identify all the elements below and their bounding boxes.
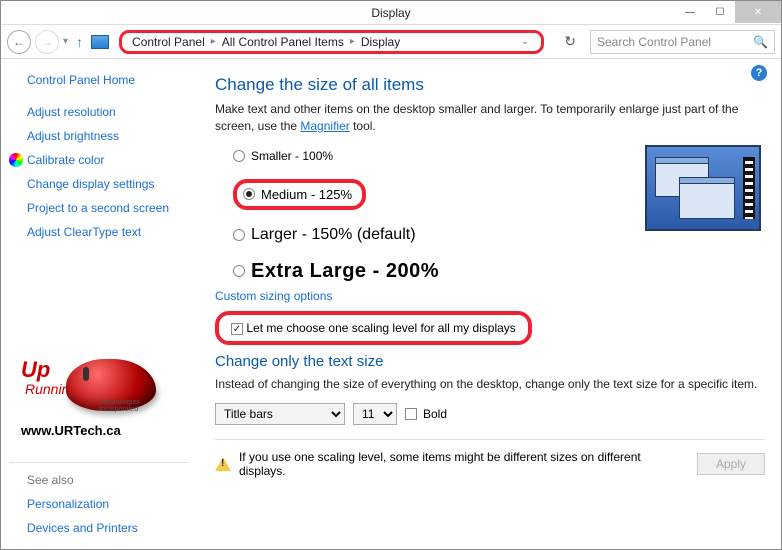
breadcrumb[interactable]: Control Panel ▸ All Control Panel Items …	[119, 30, 544, 54]
custom-sizing-link[interactable]: Custom sizing options	[215, 289, 765, 303]
back-button[interactable]: ←	[7, 30, 31, 54]
breadcrumb-dropdown-icon[interactable]: ⌄	[521, 36, 535, 47]
warning-icon	[215, 457, 231, 471]
sidebar-adjust-cleartype[interactable]: Adjust ClearType text	[27, 225, 199, 239]
recent-dropdown-icon[interactable]: ▾	[63, 36, 68, 47]
maximize-button[interactable]: ☐	[705, 1, 735, 23]
radio-icon[interactable]	[233, 265, 245, 277]
sidebar-adjust-brightness[interactable]: Adjust brightness	[27, 129, 199, 143]
preview-image	[645, 145, 761, 231]
see-also-personalization[interactable]: Personalization	[27, 497, 189, 511]
see-also: See also Personalization Devices and Pri…	[27, 462, 189, 535]
logo: Up Running Technologies Incorporated www…	[21, 349, 191, 438]
see-also-header: See also	[27, 473, 189, 487]
close-button[interactable]: ✕	[735, 1, 781, 23]
window-buttons: — ☐ ✕	[675, 1, 781, 23]
text-size-heading: Change only the text size	[215, 353, 765, 370]
search-placeholder: Search Control Panel	[597, 35, 753, 49]
radio-extra-large[interactable]: Extra Large - 200%	[233, 260, 765, 283]
chevron-right-icon: ▸	[211, 36, 216, 47]
search-icon[interactable]: 🔍	[753, 35, 768, 49]
radio-icon[interactable]	[233, 229, 245, 241]
window-title: Display	[371, 6, 410, 20]
chevron-right-icon: ▸	[350, 36, 355, 47]
sidebar: Control Panel Home Adjust resolution Adj…	[1, 59, 209, 549]
font-size-dropdown[interactable]: 11	[353, 403, 397, 425]
checkbox-icon[interactable]: ✓	[231, 323, 243, 335]
radio-icon[interactable]	[233, 150, 245, 162]
see-also-devices-printers[interactable]: Devices and Printers	[27, 521, 189, 535]
logo-url: www.URTech.ca	[21, 423, 191, 438]
apply-button[interactable]: Apply	[697, 453, 765, 475]
item-dropdown[interactable]: Title bars	[215, 403, 345, 425]
sidebar-adjust-resolution[interactable]: Adjust resolution	[27, 105, 199, 119]
sidebar-project-second-screen[interactable]: Project to a second screen	[27, 201, 199, 215]
toolbar: ← → ▾ ↑ Control Panel ▸ All Control Pane…	[1, 25, 781, 59]
up-button[interactable]: ↑	[72, 34, 87, 50]
page-heading: Change the size of all items	[215, 75, 765, 95]
mouse-logo-icon: Up Running Technologies Incorporated	[21, 349, 171, 421]
radio-medium[interactable]: Medium - 125%	[233, 179, 366, 210]
checkbox-label: Let me choose one scaling level for all …	[246, 321, 515, 335]
footer: If you use one scaling level, some items…	[215, 439, 765, 478]
sidebar-change-display-settings[interactable]: Change display settings	[27, 177, 199, 191]
sidebar-calibrate-color[interactable]: Calibrate color	[7, 153, 199, 167]
minimize-button[interactable]: —	[675, 1, 705, 23]
color-wheel-icon	[9, 153, 23, 167]
refresh-button[interactable]: ↻	[554, 33, 586, 50]
crumb-control-panel[interactable]: Control Panel	[128, 35, 209, 49]
magnifier-link[interactable]: Magnifier	[300, 119, 349, 133]
bold-checkbox[interactable]: Bold	[405, 407, 447, 421]
warning-text: If you use one scaling level, some items…	[239, 450, 689, 478]
main-content: Change the size of all items Make text a…	[209, 59, 781, 549]
crumb-all-items[interactable]: All Control Panel Items	[218, 35, 348, 49]
page-description: Make text and other items on the desktop…	[215, 101, 765, 135]
forward-button: →	[35, 30, 59, 54]
search-input[interactable]: Search Control Panel 🔍	[590, 30, 775, 54]
scaling-checkbox-row[interactable]: ✓ Let me choose one scaling level for al…	[215, 311, 532, 345]
checkbox-icon[interactable]	[405, 408, 417, 420]
text-size-description: Instead of changing the size of everythi…	[215, 376, 765, 393]
radio-icon[interactable]	[243, 188, 255, 200]
monitor-icon	[91, 35, 109, 49]
titlebar: Display — ☐ ✕	[1, 1, 781, 25]
control-panel-home-link[interactable]: Control Panel Home	[27, 73, 199, 87]
crumb-display[interactable]: Display	[357, 35, 404, 49]
